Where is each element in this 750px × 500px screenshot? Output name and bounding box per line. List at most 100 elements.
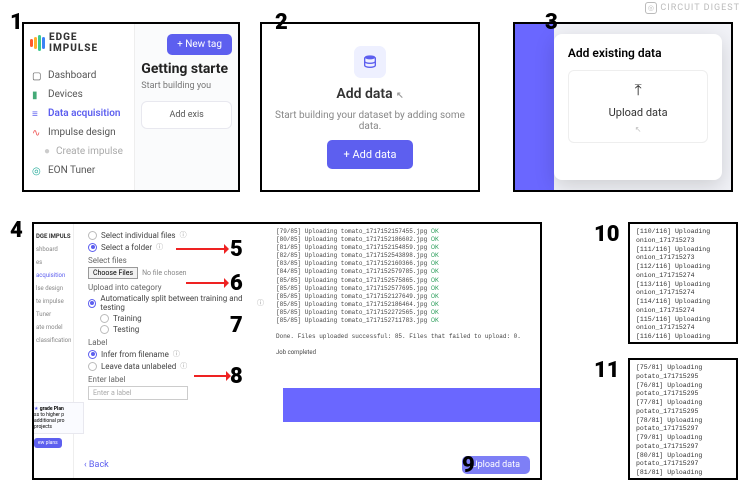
watermark: ◎CIRCUIT DIGEST xyxy=(645,2,740,14)
label: Automatically split between training and… xyxy=(100,294,253,312)
help-icon[interactable]: ⓘ xyxy=(180,361,187,371)
nav-data-acquisition[interactable]: ≡ Data acquisition xyxy=(30,104,128,123)
step-11: 11 xyxy=(594,358,620,383)
nav-label: Create impulse xyxy=(56,146,123,157)
label: Testing xyxy=(113,325,139,334)
upload-log: [79/85] Uploading tomato_1717152157455.j… xyxy=(276,228,534,398)
arrow-5 xyxy=(176,248,228,250)
panel-4: DGE IMPULS shboard es acquisition lse de… xyxy=(32,222,542,480)
nav-eon-tuner[interactable]: ◎ EON Tuner xyxy=(30,161,128,180)
database-icon xyxy=(354,46,386,78)
logo: EDGE IMPULSE xyxy=(30,32,128,54)
sidebar: EDGE IMPULSE ▢ Dashboard ▮ Devices ≡ Data a… xyxy=(24,24,135,190)
back-link[interactable]: ‹ Back xyxy=(84,460,109,470)
button-label: + Add data xyxy=(343,148,396,161)
card-label: Upload data xyxy=(609,106,668,119)
opt-auto-split[interactable]: Automatically split between training and… xyxy=(88,294,264,312)
section-heading: Label xyxy=(88,338,264,347)
no-file-label: No file chosen xyxy=(142,269,186,277)
log-onion: [110/116] Uploading onion_171715273[111/… xyxy=(630,224,736,344)
add-data-subtitle: Start building your dataset by adding so… xyxy=(274,110,466,132)
page-title: Getting starte xyxy=(141,61,232,77)
step-4: 4 xyxy=(10,218,23,243)
step-8: 8 xyxy=(230,364,243,389)
panel-10: [110/116] Uploading onion_171715273[111/… xyxy=(628,222,738,344)
mini-nav[interactable]: shboard xyxy=(36,243,71,256)
radio-icon xyxy=(100,325,109,334)
panel-1: EDGE IMPULSE ▢ Dashboard ▮ Devices ≡ Data a… xyxy=(22,22,240,192)
help-icon[interactable]: ⓘ xyxy=(173,349,180,359)
upgrade-box: ★ grade Plan ss to higher padditional pr… xyxy=(32,402,84,434)
nav-label: EON Tuner xyxy=(48,165,95,176)
logo-text: EDGE IMPULSE xyxy=(49,32,128,54)
step-5: 5 xyxy=(230,237,243,262)
step-3: 3 xyxy=(545,10,558,35)
panel-11: [75/81] Uploading potato_171715295[76/81… xyxy=(628,358,738,480)
button-label: + New tag xyxy=(177,39,222,50)
mini-nav[interactable]: es xyxy=(36,256,71,269)
panel-3: Add existing data ⤒ Upload data ↖ xyxy=(513,22,733,192)
mini-nav[interactable]: ate model xyxy=(36,321,71,334)
upload-form: Select individual files ⓘ Select a folde… xyxy=(80,224,272,450)
add-data-button[interactable]: + Add data xyxy=(327,140,412,169)
mini-nav[interactable]: classification xyxy=(36,334,71,347)
help-icon[interactable]: ⓘ xyxy=(257,298,264,308)
nav-impulse-design[interactable]: ∿Impulse design xyxy=(30,123,128,142)
mini-nav[interactable]: te impulse xyxy=(36,295,71,308)
target-icon: ◎ xyxy=(32,166,42,176)
nav-label: Data acquisition xyxy=(48,108,120,119)
mini-nav[interactable]: acquisition xyxy=(36,269,71,282)
add-data-title: Add data ↖ xyxy=(336,86,403,102)
decorative-bar xyxy=(283,388,542,422)
new-tag-button[interactable]: + New tag xyxy=(167,34,232,55)
radio-icon xyxy=(88,243,97,252)
nav-create-impulse[interactable]: ●Create impulse xyxy=(30,142,128,161)
label-input[interactable]: Enter a label xyxy=(88,386,188,400)
phone-icon: ▮ xyxy=(32,90,42,100)
main-area: + New tag Getting starte Start building … xyxy=(135,24,238,190)
nav-devices[interactable]: ▮ Devices xyxy=(30,85,128,104)
step-10: 10 xyxy=(594,222,620,247)
help-icon[interactable]: ⓘ xyxy=(156,242,163,252)
opt-infer-filename[interactable]: Infer from filename ⓘ xyxy=(88,349,264,359)
radio-icon xyxy=(88,350,97,359)
watermark-text: CIRCUIT DIGEST xyxy=(660,3,740,13)
upload-data-card[interactable]: ⤒ Upload data ↖ xyxy=(568,70,709,143)
cursor-icon: ↖ xyxy=(396,91,404,101)
nav-dashboard[interactable]: ▢ Dashboard xyxy=(30,66,128,85)
brand: DGE IMPULS xyxy=(36,230,71,243)
mini-nav[interactable]: lse design xyxy=(36,282,71,295)
radio-icon xyxy=(88,231,97,240)
label: Select a folder xyxy=(101,243,152,252)
upload-icon: ⤒ xyxy=(635,80,642,100)
panel-2: Add data ↖ Start building your dataset b… xyxy=(260,22,480,192)
card-text: Add exis xyxy=(169,110,203,120)
step-2: 2 xyxy=(275,10,288,35)
mini-nav[interactable]: Tuner xyxy=(36,308,71,321)
database-icon: ≡ xyxy=(32,109,42,119)
modal-title: Add existing data xyxy=(568,46,709,60)
label: Leave data unlabeled xyxy=(101,362,176,371)
arrow-8 xyxy=(194,375,230,377)
modal: Add existing data ⤒ Upload data ↖ xyxy=(554,34,723,180)
monitor-icon: ▢ xyxy=(32,71,42,81)
cursor-icon: ↖ xyxy=(635,125,642,134)
help-icon[interactable]: ⓘ xyxy=(180,230,187,240)
log-potato: [75/81] Uploading potato_171715295[76/81… xyxy=(630,360,736,480)
radio-icon xyxy=(100,314,109,323)
nav-label: Dashboard xyxy=(48,70,96,81)
label: Infer from filename xyxy=(101,350,169,359)
step-9: 9 xyxy=(462,453,475,478)
choose-files-button[interactable]: Choose Files xyxy=(88,267,138,279)
step-1: 1 xyxy=(10,10,23,35)
nav-label: Devices xyxy=(48,89,83,100)
pulse-icon: ∿ xyxy=(32,128,42,138)
logo-icon xyxy=(30,35,45,51)
step-6: 6 xyxy=(230,271,243,296)
add-card[interactable]: Add exis xyxy=(141,101,232,129)
label: Training xyxy=(113,314,142,323)
arrow-6 xyxy=(186,282,228,284)
view-plans-button[interactable]: ew plans xyxy=(34,438,62,448)
label: Select individual files xyxy=(101,231,176,240)
step-7: 7 xyxy=(230,313,243,338)
